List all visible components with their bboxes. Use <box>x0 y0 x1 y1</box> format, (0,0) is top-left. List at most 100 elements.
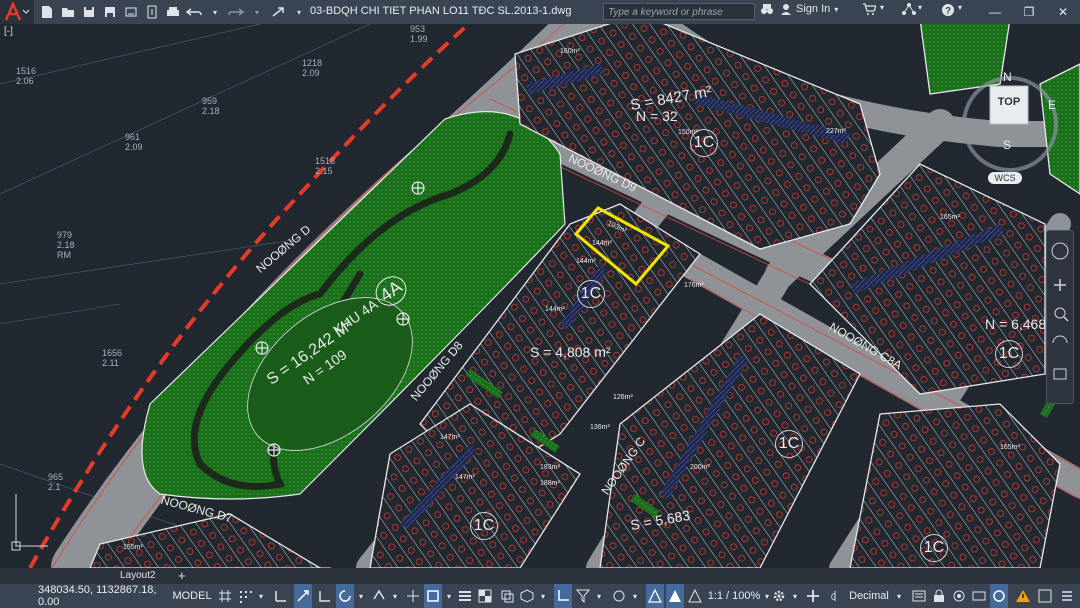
zone-label: 1C <box>920 534 948 562</box>
customize-dropdown-icon[interactable]: ▾ <box>290 2 308 22</box>
annotation-scale-icon[interactable] <box>686 584 704 608</box>
sign-in-button[interactable]: Sign In ▾ <box>780 3 838 15</box>
lot-area-label: 126m² <box>613 394 633 401</box>
lot-area-label: 188m² <box>540 480 560 487</box>
cloud-open-icon[interactable] <box>122 2 140 22</box>
snap-icon[interactable] <box>236 584 254 608</box>
help-dropdown-icon[interactable]: ▾ <box>958 3 962 12</box>
plot-icon[interactable] <box>164 2 182 22</box>
binoculars-icon[interactable] <box>760 3 774 15</box>
infer-constraints-icon[interactable] <box>272 584 290 608</box>
gizmo-icon[interactable] <box>610 584 628 608</box>
connect-dropdown-icon[interactable]: ▾ <box>918 3 922 12</box>
add-layout-button[interactable]: + <box>170 568 194 584</box>
tree-symbol <box>396 312 410 326</box>
ucs-icon <box>11 494 48 551</box>
customization-menu-icon[interactable] <box>1058 584 1076 608</box>
application-menu-button[interactable] <box>0 0 34 24</box>
minimize-icon[interactable]: — <box>978 0 1012 24</box>
cart-dropdown-icon[interactable]: ▾ <box>880 3 884 12</box>
undo-icon[interactable] <box>185 2 203 22</box>
lot-area-label: 200m² <box>690 464 710 471</box>
open-icon[interactable] <box>59 2 77 22</box>
tree-symbol <box>411 181 425 195</box>
share-icon[interactable] <box>269 2 287 22</box>
auto-scale-icon[interactable] <box>666 584 684 608</box>
new-icon[interactable] <box>38 2 56 22</box>
workspace-dropdown-icon[interactable]: ▾ <box>790 584 800 608</box>
undo-dropdown-icon[interactable]: ▾ <box>206 2 224 22</box>
tree-symbol <box>267 443 281 457</box>
tab-layout2[interactable]: Layout2 <box>112 568 164 584</box>
svg-text:0: 0 <box>831 592 836 602</box>
maximize-icon[interactable]: ❐ <box>1012 0 1046 24</box>
navigation-bar[interactable] <box>1046 230 1074 404</box>
lot-area-label: 155m² <box>123 544 143 551</box>
object-snap-tracking-icon[interactable] <box>404 584 422 608</box>
units-icon[interactable]: 0 <box>826 584 844 608</box>
3d-object-snap-icon[interactable] <box>518 584 536 608</box>
steering-wheel-icon <box>1051 242 1069 260</box>
dynamic-ucs-icon[interactable] <box>554 584 572 608</box>
annotation-visibility-icon[interactable] <box>646 584 664 608</box>
viewcube[interactable]: TOP N S E WCS <box>940 70 1060 191</box>
annotation-scale-value[interactable]: 1:1 / 100% <box>706 584 762 608</box>
user-icon <box>781 4 791 15</box>
dynamic-input-icon[interactable] <box>294 584 312 608</box>
isolate-objects-icon[interactable] <box>950 584 968 608</box>
ortho-icon[interactable] <box>316 584 334 608</box>
grid-icon[interactable] <box>216 584 234 608</box>
model-space-button[interactable]: MODEL <box>172 584 212 608</box>
survey-elevation: 2.09 <box>125 142 143 152</box>
isodraft-icon[interactable] <box>370 584 388 608</box>
selection-filter-icon[interactable] <box>574 584 592 608</box>
search-input[interactable]: Type a keyword or phrase <box>603 3 755 20</box>
lot-area-label: 227m² <box>826 128 846 135</box>
gizmo-dropdown-icon[interactable]: ▾ <box>630 584 640 608</box>
redo-icon[interactable] <box>227 2 245 22</box>
lineweight-icon[interactable] <box>456 584 474 608</box>
save-as-icon[interactable] <box>101 2 119 22</box>
quick-properties-icon[interactable] <box>910 584 928 608</box>
compass-east[interactable]: E <box>1048 98 1056 112</box>
showmotion-icon <box>1053 368 1067 380</box>
polar-dropdown-icon[interactable]: ▾ <box>356 584 366 608</box>
compass-north[interactable]: N <box>1003 70 1012 84</box>
units-dropdown-icon[interactable]: ▾ <box>894 584 904 608</box>
annotation-monitor-icon[interactable] <box>804 584 822 608</box>
graphics-performance-icon[interactable] <box>970 584 988 608</box>
save-icon[interactable] <box>80 2 98 22</box>
lock-ui-icon[interactable] <box>930 584 948 608</box>
clean-screen-icon[interactable] <box>1036 584 1054 608</box>
zone-label: 1C <box>577 280 605 308</box>
osnap-dropdown-icon[interactable]: ▾ <box>444 584 454 608</box>
compass-south[interactable]: S <box>1003 138 1011 152</box>
close-icon[interactable]: ✕ <box>1046 0 1080 24</box>
viewport-controls[interactable]: [-] <box>4 26 13 37</box>
coordinates-readout[interactable]: 348034.50, 1132867.18, 0.00 <box>38 584 168 608</box>
survey-point: 953 1.99 <box>410 24 428 44</box>
redo-dropdown-icon[interactable]: ▾ <box>248 2 266 22</box>
block-area-label: S = 4,808 m² <box>530 344 611 360</box>
warning-icon[interactable] <box>1012 584 1034 608</box>
3d-snap-dropdown-icon[interactable]: ▾ <box>538 584 548 608</box>
polar-tracking-icon[interactable] <box>336 584 354 608</box>
snap-dropdown-icon[interactable]: ▾ <box>256 584 266 608</box>
cloud-save-icon[interactable] <box>143 2 161 22</box>
filter-dropdown-icon[interactable]: ▾ <box>594 584 604 608</box>
workspace-gear-icon[interactable] <box>770 584 788 608</box>
wcs-menu[interactable]: WCS <box>988 172 1022 184</box>
cart-icon[interactable] <box>862 3 876 15</box>
selection-cycling-icon[interactable] <box>498 584 516 608</box>
help-icon[interactable]: ? <box>941 3 955 17</box>
object-snap-icon[interactable] <box>424 584 442 608</box>
survey-code: 959 <box>202 96 218 106</box>
drawing-canvas[interactable]: 4A KHU 4A S = 16,242 M² N = 109 S = 8427… <box>0 24 1080 568</box>
hardware-acceleration-icon[interactable] <box>990 584 1008 608</box>
survey-point: 1516 2.06 <box>16 66 36 86</box>
units-value[interactable]: Decimal <box>846 584 892 608</box>
transparency-icon[interactable] <box>476 584 494 608</box>
viewcube-top-face[interactable]: TOP <box>990 96 1028 108</box>
isodraft-dropdown-icon[interactable]: ▾ <box>390 584 400 608</box>
connect-icon[interactable] <box>902 3 916 15</box>
